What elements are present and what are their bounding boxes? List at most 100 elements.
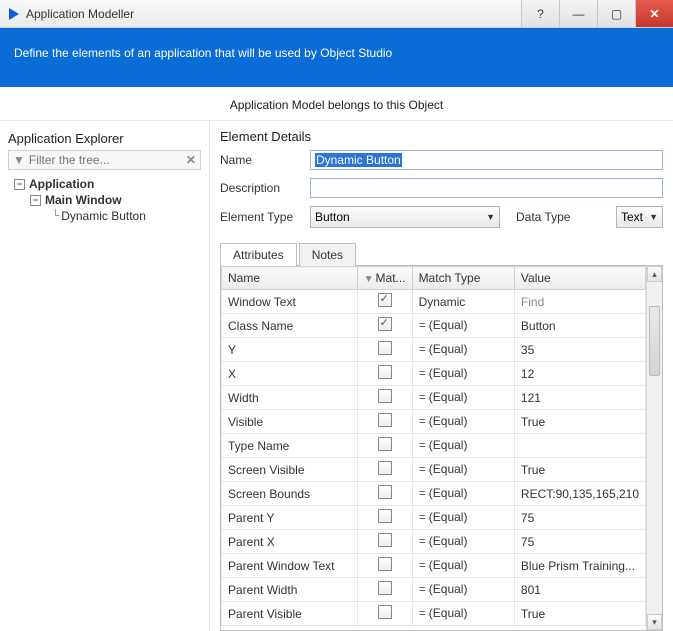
tree-node-dynamic-button[interactable]: └ Dynamic Button (52, 208, 201, 224)
table-row[interactable]: Visible=(Equal)True (222, 410, 646, 434)
table-row[interactable]: Type Name=(Equal) (222, 434, 646, 458)
attr-matchtype-cell[interactable]: =(Equal) (412, 314, 514, 338)
attr-value-cell[interactable]: 12 (514, 362, 645, 386)
checkbox[interactable] (378, 461, 392, 475)
attr-matchtype-cell[interactable]: =(Equal) (412, 386, 514, 410)
attr-value-cell[interactable]: RECT:90,135,165,210 (514, 482, 645, 506)
attr-value-cell[interactable]: True (514, 458, 645, 482)
minimize-button[interactable]: — (559, 0, 597, 27)
checkbox[interactable] (378, 341, 392, 355)
table-row[interactable]: Width=(Equal)121 (222, 386, 646, 410)
checkbox[interactable] (378, 293, 392, 307)
attr-match-cell[interactable] (357, 290, 412, 314)
col-match[interactable]: ▼Mat... (357, 267, 412, 290)
attr-matchtype-cell[interactable]: =(Equal) (412, 602, 514, 626)
checkbox[interactable] (378, 557, 392, 571)
checkbox[interactable] (378, 389, 392, 403)
col-value[interactable]: Value (514, 267, 645, 290)
table-row[interactable]: Screen Bounds=(Equal)RECT:90,135,165,210 (222, 482, 646, 506)
table-row[interactable]: Screen Visible=(Equal)True (222, 458, 646, 482)
attr-matchtype-cell[interactable]: =(Equal) (412, 530, 514, 554)
attr-match-cell[interactable] (357, 458, 412, 482)
tree-node-main-window[interactable]: − Main Window (30, 192, 201, 208)
table-row[interactable]: Parent Y=(Equal)75 (222, 506, 646, 530)
table-row[interactable]: Parent X=(Equal)75 (222, 530, 646, 554)
attr-value-cell[interactable]: Button (514, 314, 645, 338)
attr-match-cell[interactable] (357, 434, 412, 458)
element-details: Element Details Name Dynamic Button Desc… (210, 121, 673, 631)
attr-value-cell[interactable]: 801 (514, 578, 645, 602)
tab-notes[interactable]: Notes (299, 243, 356, 266)
checkbox[interactable] (378, 533, 392, 547)
col-label: Match Type (419, 271, 481, 285)
col-match-type[interactable]: Match Type (412, 267, 514, 290)
data-type-combo[interactable]: Text ▼ (616, 206, 663, 228)
attr-matchtype-cell[interactable]: =(Equal) (412, 338, 514, 362)
attr-value-cell[interactable]: True (514, 602, 645, 626)
attr-match-cell[interactable] (357, 386, 412, 410)
element-type-combo[interactable]: Button ▼ (310, 206, 500, 228)
attr-value-cell[interactable]: Blue Prism Training... (514, 554, 645, 578)
attr-match-cell[interactable] (357, 410, 412, 434)
attr-match-cell[interactable] (357, 578, 412, 602)
expand-icon[interactable]: − (30, 195, 41, 206)
attr-value-cell[interactable] (514, 434, 645, 458)
table-row[interactable]: Parent Visible=(Equal)True (222, 602, 646, 626)
attr-matchtype-cell[interactable]: =(Equal) (412, 554, 514, 578)
attr-matchtype-cell[interactable]: =(Equal) (412, 506, 514, 530)
attr-match-cell[interactable] (357, 362, 412, 386)
attr-value-cell[interactable]: 75 (514, 506, 645, 530)
close-button[interactable]: ✕ (635, 0, 673, 27)
attr-value-cell[interactable]: 121 (514, 386, 645, 410)
scroll-up-button[interactable]: ▴ (647, 266, 662, 282)
tree-node-application[interactable]: − Application (14, 176, 201, 192)
checkbox[interactable] (378, 581, 392, 595)
attr-value-cell[interactable]: 75 (514, 530, 645, 554)
col-name[interactable]: Name (222, 267, 358, 290)
attr-matchtype-cell[interactable]: =(Equal) (412, 482, 514, 506)
attr-value-cell[interactable]: 35 (514, 338, 645, 362)
table-row[interactable]: Window TextDynamicFind (222, 290, 646, 314)
attr-match-cell[interactable] (357, 314, 412, 338)
vertical-scrollbar[interactable]: ▴ ▾ (646, 266, 662, 630)
scroll-down-button[interactable]: ▾ (647, 614, 662, 630)
expand-icon[interactable]: − (14, 179, 25, 190)
matchtype-text: (Equal) (429, 318, 468, 332)
attr-match-cell[interactable] (357, 602, 412, 626)
attr-match-cell[interactable] (357, 482, 412, 506)
attr-match-cell[interactable] (357, 530, 412, 554)
checkbox[interactable] (378, 509, 392, 523)
attr-matchtype-cell[interactable]: Dynamic (412, 290, 514, 314)
table-row[interactable]: Y=(Equal)35 (222, 338, 646, 362)
checkbox[interactable] (378, 485, 392, 499)
attr-matchtype-cell[interactable]: =(Equal) (412, 458, 514, 482)
clear-filter-button[interactable]: ✕ (184, 153, 198, 167)
attr-match-cell[interactable] (357, 338, 412, 362)
attr-matchtype-cell[interactable]: =(Equal) (412, 410, 514, 434)
filter-input[interactable] (29, 153, 184, 167)
matchtype-text: (Equal) (429, 510, 468, 524)
tab-attributes[interactable]: Attributes (220, 243, 297, 266)
table-row[interactable]: Parent Width=(Equal)801 (222, 578, 646, 602)
attr-matchtype-cell[interactable]: =(Equal) (412, 578, 514, 602)
description-input[interactable] (310, 178, 663, 198)
attr-matchtype-cell[interactable]: =(Equal) (412, 434, 514, 458)
window-title: Application Modeller (26, 7, 521, 21)
table-row[interactable]: X=(Equal)12 (222, 362, 646, 386)
help-button[interactable]: ? (521, 0, 559, 27)
checkbox[interactable] (378, 605, 392, 619)
scroll-thumb[interactable] (649, 306, 660, 376)
checkbox[interactable] (378, 317, 392, 331)
checkbox[interactable] (378, 365, 392, 379)
table-row[interactable]: Class Name=(Equal)Button (222, 314, 646, 338)
attr-value-cell[interactable]: Find (514, 290, 645, 314)
attr-matchtype-cell[interactable]: =(Equal) (412, 362, 514, 386)
checkbox[interactable] (378, 413, 392, 427)
name-input[interactable]: Dynamic Button (310, 150, 663, 170)
attr-match-cell[interactable] (357, 506, 412, 530)
checkbox[interactable] (378, 437, 392, 451)
maximize-button[interactable]: ▢ (597, 0, 635, 27)
table-row[interactable]: Parent Window Text=(Equal)Blue Prism Tra… (222, 554, 646, 578)
attr-match-cell[interactable] (357, 554, 412, 578)
attr-value-cell[interactable]: True (514, 410, 645, 434)
